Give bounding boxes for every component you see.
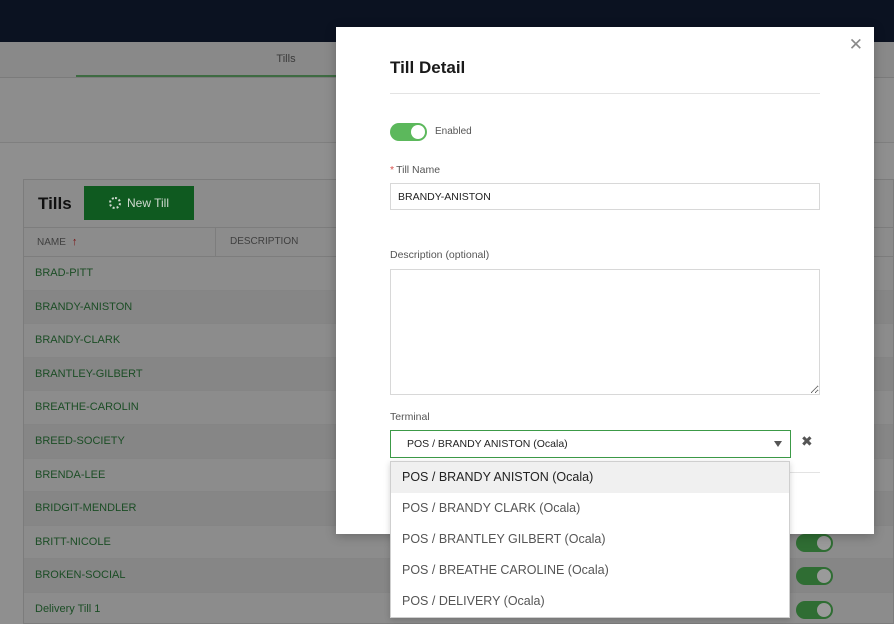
terminal-label: Terminal [390,411,430,423]
till-name-link[interactable]: BROKEN-SOCIAL [35,559,125,592]
terminal-dropdown-list: POS / BRANDY ANISTON (Ocala) POS / BRANDY… [390,461,790,618]
new-till-label: New Till [126,196,169,210]
enabled-toggle[interactable] [390,123,427,141]
terminal-option[interactable]: POS / BRANDY CLARK (Ocala) [391,493,789,524]
terminal-selected-value: POS / BRANDY ANISTON (Ocala) [407,438,568,450]
till-name-link[interactable]: BRANDY-CLARK [35,324,120,357]
description-textarea[interactable] [390,269,820,395]
till-name-link[interactable]: BRIDGIT-MENDLER [35,492,136,525]
caret-down-icon [774,441,782,447]
row-enabled-toggle[interactable] [796,600,833,619]
terminal-option[interactable]: POS / BRANTLEY GILBERT (Ocala) [391,524,789,555]
till-name-link[interactable]: Delivery Till 1 [35,593,100,624]
till-detail-modal: ✕ Till Detail Enabled *Till Name Descrip… [336,27,874,534]
till-name-link[interactable]: BREATHE-CAROLIN [35,391,139,424]
spinner-icon [108,197,121,209]
terminal-option[interactable]: POS / BRANDY ANISTON (Ocala) [391,462,789,493]
clear-terminal-icon[interactable]: ✖ [801,433,813,450]
till-name-link[interactable]: BRENDA-LEE [35,459,105,492]
column-header-name[interactable]: NAME ↑ [37,228,77,256]
close-icon[interactable]: ✕ [849,35,863,55]
modal-title: Till Detail [390,58,466,77]
required-marker: * [390,164,395,176]
row-enabled-toggle[interactable] [796,567,833,586]
enabled-label: Enabled [435,126,472,137]
terminal-select[interactable]: POS / BRANDY ANISTON (Ocala) [390,430,791,458]
terminal-option[interactable]: POS / BREATHE CAROLINE (Ocala) [391,555,789,586]
till-name-link[interactable]: BRANDY-ANISTON [35,291,132,324]
till-name-input[interactable] [390,183,820,210]
till-name-link[interactable]: BRANTLEY-GILBERT [35,358,143,391]
description-label: Description (optional) [390,249,490,261]
till-name-link[interactable]: BRAD-PITT [35,257,93,290]
column-header-description[interactable]: DESCRIPTION [215,228,355,256]
divider [390,93,820,94]
till-name-label: * Till Name [390,164,441,176]
sort-ascending-icon: ↑ [71,236,78,248]
till-name-link[interactable]: BREED-SOCIETY [35,425,125,458]
toggle-knob [411,125,425,139]
terminal-option[interactable]: POS / DELIVERY (Ocala) [391,586,789,617]
row-enabled-toggle[interactable] [796,533,833,552]
new-till-button[interactable]: New Till [84,186,194,220]
till-name-link[interactable]: BRITT-NICOLE [35,526,111,559]
panel-title: Tills [38,194,72,213]
